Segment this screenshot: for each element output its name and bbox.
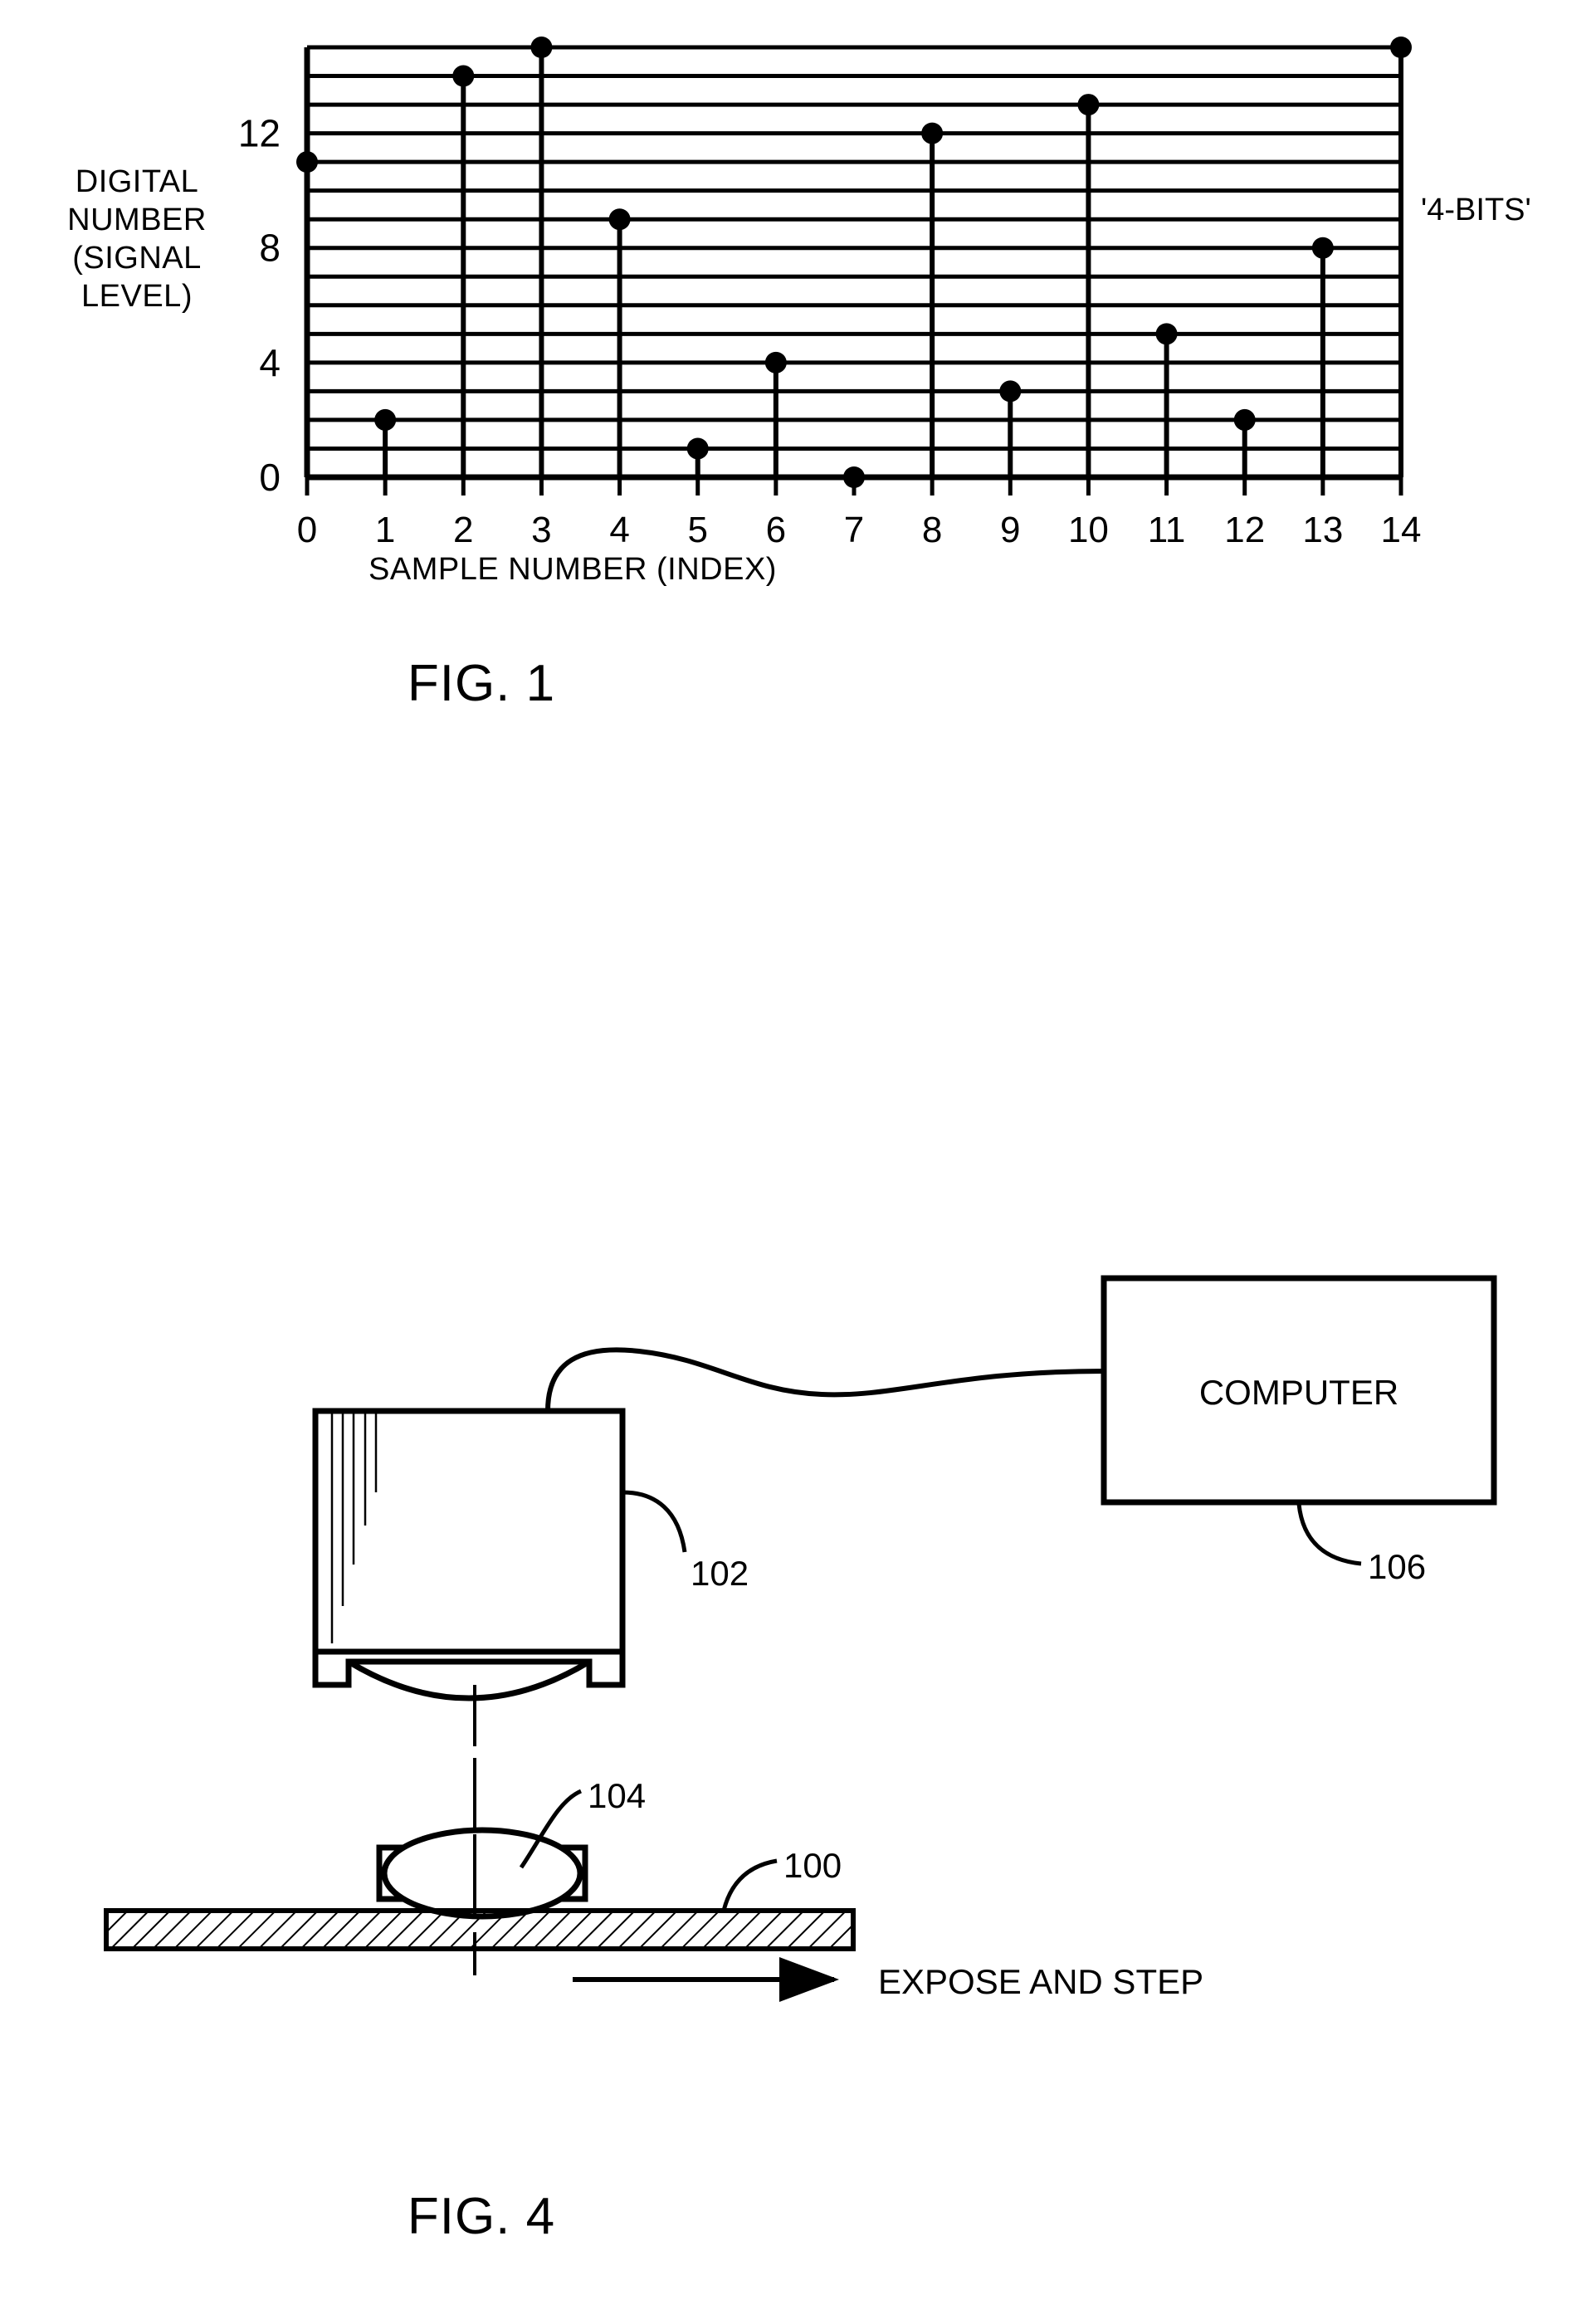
figure-1: 0 1 2 3 4 5 6 7 8 9 10 11 12 13 14 04812 xyxy=(238,37,1422,550)
svg-text:4: 4 xyxy=(609,510,629,550)
expose-and-step-label: EXPOSE AND STEP xyxy=(878,1962,1203,2001)
x-axis-tick-labels: 0 1 2 3 4 5 6 7 8 9 10 11 12 13 14 xyxy=(297,510,1422,550)
y-axis-title: DIGITAL NUMBER (SIGNAL LEVEL) xyxy=(17,163,257,315)
svg-text:12: 12 xyxy=(1224,510,1265,550)
y-axis-title-line-2: NUMBER xyxy=(67,203,207,237)
svg-text:0: 0 xyxy=(259,456,281,499)
substrate-wafer xyxy=(104,1908,856,1951)
y-axis-title-line-3: (SIGNAL xyxy=(72,241,202,276)
reference-numeral-106: 106 xyxy=(1368,1547,1426,1586)
svg-text:7: 7 xyxy=(844,510,864,550)
svg-text:6: 6 xyxy=(766,510,786,550)
y-axis-title-line-1: DIGITAL xyxy=(75,164,199,199)
computer-label: COMPUTER xyxy=(1199,1373,1398,1412)
y-axis-title-line-4: LEVEL) xyxy=(81,279,193,314)
figure-4: COMPUTER 106 102 104 100 EXPOSE AND STEP xyxy=(104,1275,1497,2002)
svg-text:10: 10 xyxy=(1068,510,1109,550)
svg-text:9: 9 xyxy=(1000,510,1020,550)
leader-line-computer xyxy=(1296,1503,1362,1566)
projection-lens-assembly xyxy=(376,1827,588,1920)
svg-text:0: 0 xyxy=(297,510,317,550)
patent-figure-sheet: 0 1 2 3 4 5 6 7 8 9 10 11 12 13 14 0 4 8 12 DIGITAL NUMBE… xyxy=(0,0,1596,2314)
svg-text:14: 14 xyxy=(1381,510,1422,550)
svg-text:4: 4 xyxy=(259,341,281,384)
leader-line-camera xyxy=(622,1490,687,1553)
camera-objective-lens xyxy=(312,1652,626,1701)
svg-text:8: 8 xyxy=(259,227,281,270)
reference-numeral-102: 102 xyxy=(691,1554,749,1593)
svg-text:5: 5 xyxy=(687,510,707,550)
leader-line-substrate xyxy=(721,1858,778,1911)
svg-text:1: 1 xyxy=(375,510,395,550)
figure-4-caption: FIG. 4 xyxy=(407,2188,556,2245)
svg-text:11: 11 xyxy=(1148,510,1186,550)
svg-text:2: 2 xyxy=(453,510,473,550)
figure-1-caption: FIG. 1 xyxy=(407,655,556,712)
bit-depth-annotation: '4-BITS' xyxy=(1421,193,1531,227)
svg-text:12: 12 xyxy=(238,112,281,155)
svg-text:8: 8 xyxy=(922,510,942,550)
svg-text:13: 13 xyxy=(1302,510,1343,550)
data-cable xyxy=(545,1347,1105,1412)
svg-text:3: 3 xyxy=(531,510,551,550)
reference-numeral-104: 104 xyxy=(588,1776,646,1815)
x-axis-title: SAMPLE NUMBER (INDEX) xyxy=(368,552,777,587)
camera-sensor-body xyxy=(312,1408,626,1655)
reference-numeral-100: 100 xyxy=(783,1846,842,1885)
